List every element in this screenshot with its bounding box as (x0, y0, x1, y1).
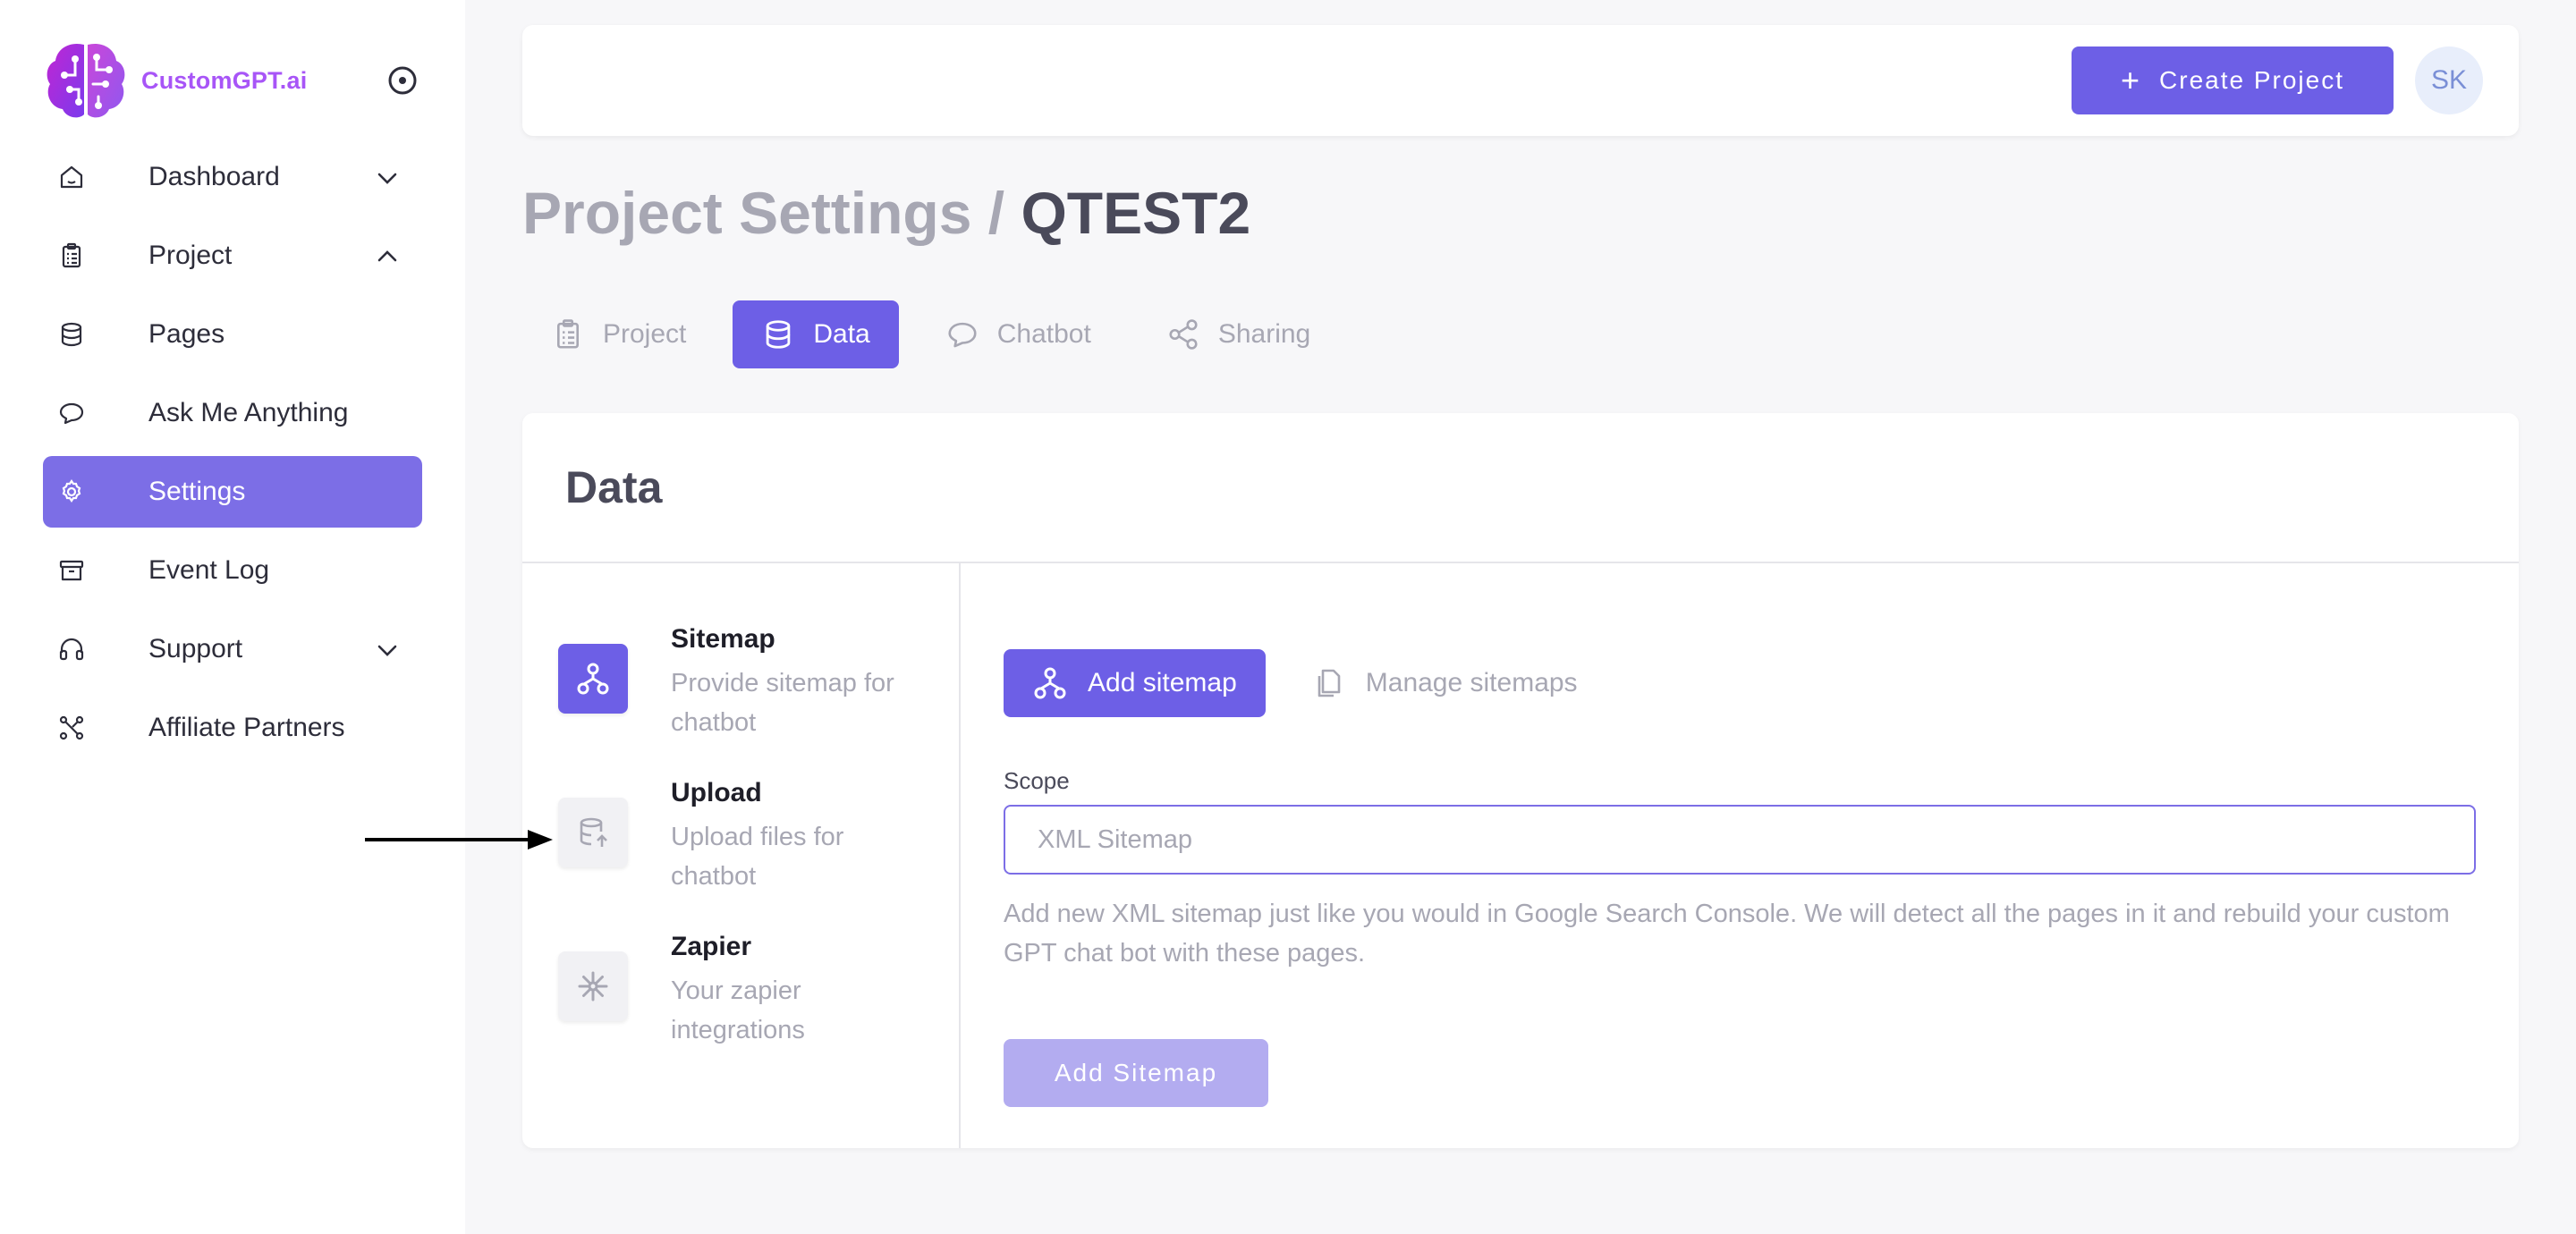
network-icon (59, 715, 84, 740)
tab-manage-sitemaps[interactable]: Manage sitemaps (1280, 649, 1608, 717)
sidebar-item-label: Ask Me Anything (148, 398, 349, 427)
database-icon (61, 322, 82, 347)
chevron-down-icon[interactable] (374, 637, 401, 663)
scope-label: Scope (1004, 767, 1070, 794)
subtab-label: Manage sitemaps (1365, 668, 1578, 697)
chevron-down-icon[interactable] (374, 165, 401, 191)
sidebar-item-settings[interactable]: Settings (43, 456, 422, 528)
share-icon (1169, 319, 1198, 350)
sidebar-item-label: Pages (148, 319, 225, 349)
plus-icon: + (2121, 62, 2140, 98)
clipboard-icon (557, 319, 579, 349)
tab-label: Project (603, 319, 687, 349)
chevron-up-icon[interactable] (374, 243, 401, 270)
source-title: Upload (671, 778, 762, 807)
annotation-arrow-icon (365, 830, 553, 849)
sitemap-icon (577, 663, 609, 695)
brand-logo[interactable]: CustomGPT.ai (43, 39, 307, 122)
sidebar-item-label: Project (148, 241, 233, 270)
add-sitemap-button[interactable]: Add Sitemap (1004, 1039, 1268, 1107)
source-description: Your zapier integrations (671, 976, 805, 1044)
source-title: Zapier (671, 932, 752, 961)
sidebar-item-support[interactable]: Support (43, 613, 422, 685)
sidebar-item-ask-me-anything[interactable]: Ask Me Anything (43, 377, 422, 449)
tab-label: Chatbot (996, 319, 1091, 349)
database-icon (767, 320, 791, 349)
sidebar: CustomGPT.ai Dashboard Project Pages Ask… (0, 0, 465, 1234)
tab-sharing[interactable]: Sharing (1138, 300, 1339, 368)
archive-icon (59, 560, 84, 581)
divider (959, 563, 961, 1148)
top-header: + Create Project SK (522, 25, 2519, 136)
chat-bubble-icon (59, 402, 84, 425)
brain-logo-icon (47, 43, 125, 118)
source-icon (558, 951, 628, 1021)
tab-project[interactable]: Project (522, 300, 715, 368)
collapse-sidebar-icon[interactable] (386, 64, 419, 97)
sidebar-item-affiliate-partners[interactable]: Affiliate Partners (43, 692, 422, 764)
tab-chatbot[interactable]: Chatbot (917, 300, 1120, 368)
sitemap-subtabs: Add sitemap Manage sitemaps (1004, 649, 1623, 717)
data-card: Data Sitemap Provide sitemap for chatbot… (522, 413, 2519, 1148)
source-description: Upload files for chatbot (671, 823, 844, 891)
sidebar-item-dashboard[interactable]: Dashboard (43, 141, 422, 213)
home-icon (60, 165, 83, 189)
tab-data[interactable]: Data (733, 300, 899, 368)
source-description: Provide sitemap for chatbot (671, 669, 894, 737)
sidebar-item-label: Settings (148, 477, 246, 506)
sidebar-item-pages[interactable]: Pages (43, 299, 422, 370)
scope-help-text: Add new XML sitemap just like you would … (1004, 900, 2450, 968)
brand-name: CustomGPT.ai (141, 66, 308, 94)
tab-add-sitemap[interactable]: Add sitemap (1004, 649, 1266, 717)
sidebar-nav: Dashboard Project Pages Ask Me Anything (43, 141, 422, 771)
source-icon (558, 644, 628, 714)
subtab-label: Add sitemap (1088, 668, 1237, 697)
sidebar-item-project[interactable]: Project (43, 220, 422, 292)
create-project-label: Create Project (2159, 66, 2344, 94)
headphones-icon (59, 638, 84, 661)
sidebar-item-label: Support (148, 634, 243, 663)
sitemap-url-input[interactable] (1004, 805, 2476, 875)
create-project-button[interactable]: + Create Project (2072, 46, 2394, 114)
gear-icon (62, 479, 81, 503)
page-title-prefix: Project Settings / (522, 180, 1005, 246)
sidebar-item-label: Affiliate Partners (148, 713, 345, 742)
data-card-title: Data (565, 462, 663, 512)
clipboard-icon (62, 242, 81, 268)
avatar[interactable]: SK (2415, 46, 2483, 114)
sidebar-item-label: Event Log (148, 555, 270, 585)
tab-label: Data (813, 319, 870, 349)
settings-tabs: Project Data Chatbot Sharing (522, 300, 1357, 368)
source-title: Sitemap (671, 624, 775, 654)
upload-database-icon (580, 817, 607, 847)
chat-bubble-icon (948, 322, 977, 348)
copy-icon (1318, 669, 1341, 697)
page-title: Project Settings / QTEST2 (522, 179, 1250, 247)
page-title-project: QTEST2 (1021, 180, 1251, 246)
divider (522, 562, 2519, 563)
sitemap-icon (1034, 667, 1066, 699)
zapier-icon (578, 971, 608, 1002)
sidebar-item-event-log[interactable]: Event Log (43, 535, 422, 606)
source-icon (558, 798, 628, 867)
tab-label: Sharing (1217, 319, 1311, 349)
sidebar-item-label: Dashboard (148, 162, 280, 191)
